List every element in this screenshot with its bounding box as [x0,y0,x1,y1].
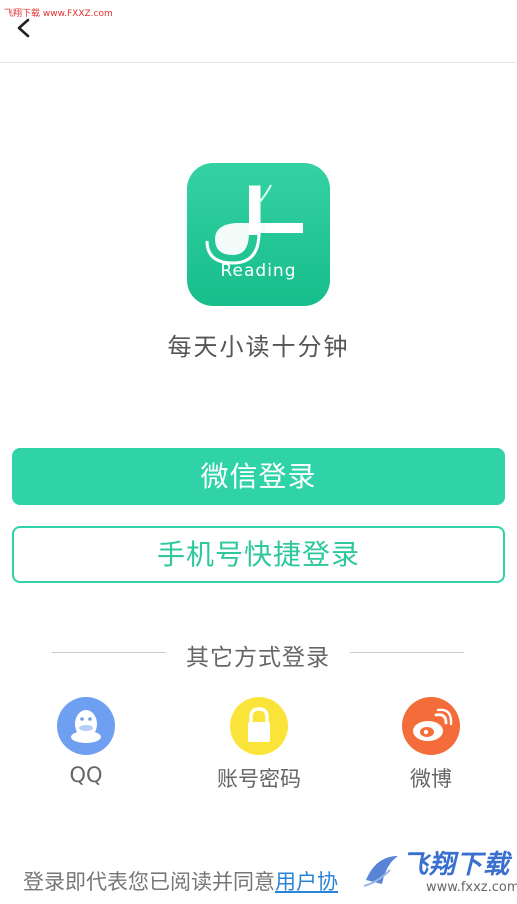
watermark-logo-icon [358,850,402,894]
weibo-login-option[interactable]: 微博 [371,697,491,797]
account-password-login-option[interactable]: 账号密码 [199,697,319,797]
account-password-label: 账号密码 [217,767,301,791]
wechat-login-button[interactable]: 微信登录 [12,448,505,505]
phone-quick-login-button[interactable]: 手机号快捷登录 [12,526,505,583]
qq-login-label: QQ [69,763,103,787]
agreement-prefix-text: 登录即代表您已阅读并同意 [23,870,275,894]
qq-penguin-icon [57,697,115,755]
lock-icon [230,697,288,755]
chevron-left-icon [10,14,40,44]
watermark-bottom-title: 飞翔下载 [402,850,511,880]
app-slogan: 每天小读十分钟 [167,333,350,361]
divider-line-right [350,652,464,653]
weibo-icon [402,697,460,755]
user-agreement-link[interactable]: 用户协 [275,870,338,894]
back-button[interactable] [10,14,40,44]
alt-login-divider-text: 其它方式登录 [186,645,330,671]
user-agreement-notice: 登录即代表您已阅读并同意用户协 [23,866,338,896]
logo-text: Reading [220,261,297,281]
qq-login-option[interactable]: QQ [26,697,146,797]
app-logo: Reading [187,163,330,306]
login-page: 飞翔下载 www.FXXZ.com Reading 每天小读十分钟 微信登录 手… [0,0,517,904]
top-navigation-bar: 飞翔下载 www.FXXZ.com [0,0,517,63]
weibo-login-label: 微博 [410,767,452,791]
watermark-bottom: 飞翔下载 www.fxxz.com [356,842,517,900]
watermark-bottom-url: www.fxxz.com [426,880,517,895]
divider-line-left [52,652,166,653]
reading-logo-icon [205,184,303,265]
